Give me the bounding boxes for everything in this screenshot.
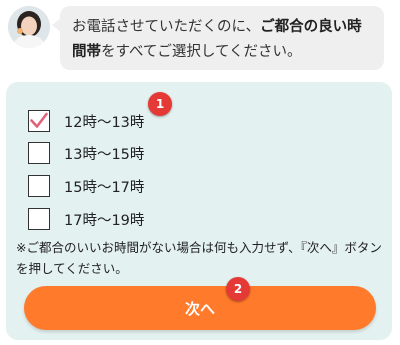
operator-avatar-icon	[8, 6, 50, 48]
time-option-15-17[interactable]: 15時～17時	[28, 173, 144, 199]
option-label: 15時～17時	[64, 179, 145, 196]
annotation-marker-1: 1	[148, 92, 172, 116]
chat-message-bubble: お電話させていただくのに、ご都合の良い時間帯をすべてご選択してください。	[52, 6, 384, 70]
checkbox-17-19[interactable]	[28, 208, 50, 230]
no-suitable-time-note: ※ご都合のいいお時間がない場合は何も入力せず、『次へ』ボタンを押してください。	[16, 240, 382, 276]
option-label: 13時～15時	[64, 146, 145, 163]
checkbox-13-15[interactable]	[28, 142, 50, 164]
option-label: 17時～19時	[64, 212, 145, 229]
page: お電話させていただくのに、ご都合の良い時間帯をすべてご選択してください。 12時…	[0, 0, 400, 345]
time-option-17-19[interactable]: 17時～19時	[28, 206, 144, 232]
next-button[interactable]: 次へ	[24, 286, 376, 330]
checkbox-12-13[interactable]	[28, 110, 50, 132]
option-label: 12時～13時	[64, 114, 145, 131]
time-option-13-15[interactable]: 13時～15時	[28, 140, 144, 166]
message-text: お電話させていただくのに、	[72, 19, 261, 35]
annotation-marker-2: 2	[226, 277, 250, 301]
time-option-12-13[interactable]: 12時～13時	[28, 108, 144, 134]
checkbox-15-17[interactable]	[28, 175, 50, 197]
checkmark-icon	[30, 112, 48, 128]
message-text-end: をすべてご選択してください。	[101, 44, 302, 60]
time-slot-form: 12時～13時 13時～15時 15時～17時 17時～19時 ※ご都合のいいお…	[6, 82, 392, 340]
